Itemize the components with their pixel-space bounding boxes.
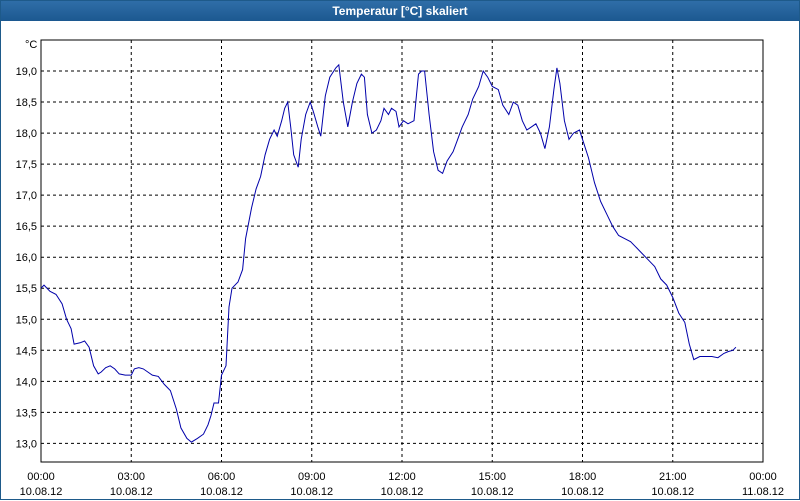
window-title: Temperatur [°C] skaliert	[1, 1, 799, 21]
y-tick-label: 15,5	[16, 283, 37, 295]
y-tick-label: 14,0	[16, 376, 37, 388]
x-axis: 00:00 10.08.12 03:00 10.08.12 06:00 10.08.12 0…	[20, 471, 784, 498]
x-tick-date: 10.08.12	[471, 486, 514, 498]
x-tick-date: 10.08.12	[110, 486, 153, 498]
x-tick-date: 10.08.12	[651, 486, 694, 498]
y-tick-label: 13,0	[16, 438, 37, 450]
x-tick-time: 06:00	[208, 471, 236, 483]
y-tick-label: 19,0	[16, 66, 37, 78]
y-tick-label: 16,5	[16, 221, 37, 233]
temperature-chart: 13,0 13,5 14,0 14,5 15,0 15,5 16,0 16,5 17,0 17,5…	[16, 39, 784, 498]
grid-lines	[41, 40, 763, 462]
y-tick-label: 14,5	[16, 345, 37, 357]
y-tick-label: 15,0	[16, 314, 37, 326]
x-tick-time: 12:00	[388, 471, 416, 483]
x-tick-time: 00:00	[749, 471, 777, 483]
chart-window: Temperatur [°C] skaliert 13,0 13,5 14,0 14,…	[0, 0, 800, 500]
x-tick-date: 10.08.12	[381, 486, 424, 498]
x-tick-time: 21:00	[659, 471, 687, 483]
x-tick-time: 09:00	[298, 471, 326, 483]
x-tick-date: 10.08.12	[561, 486, 604, 498]
temperature-series-line	[40, 63, 737, 443]
y-tick-label: 13,5	[16, 407, 37, 419]
x-tick-time: 15:00	[478, 471, 506, 483]
x-tick-time: 03:00	[117, 471, 145, 483]
y-tick-label: 18,0	[16, 128, 37, 140]
y-tick-label: 16,0	[16, 252, 37, 264]
x-tick-date: 10.08.12	[290, 486, 333, 498]
x-tick-date: 10.08.12	[200, 486, 243, 498]
y-tick-label: 17,0	[16, 190, 37, 202]
y-tick-label: 17,5	[16, 159, 37, 171]
y-axis: 13,0 13,5 14,0 14,5 15,0 15,5 16,0 16,5 17,0 17,5…	[16, 66, 37, 450]
y-tick-label: 18,5	[16, 97, 37, 109]
x-tick-date: 11.08.12	[742, 486, 784, 498]
x-tick-date: 10.08.12	[20, 486, 63, 498]
y-axis-unit: °C	[25, 39, 37, 51]
x-tick-time: 18:00	[569, 471, 597, 483]
x-tick-time: 00:00	[27, 471, 55, 483]
